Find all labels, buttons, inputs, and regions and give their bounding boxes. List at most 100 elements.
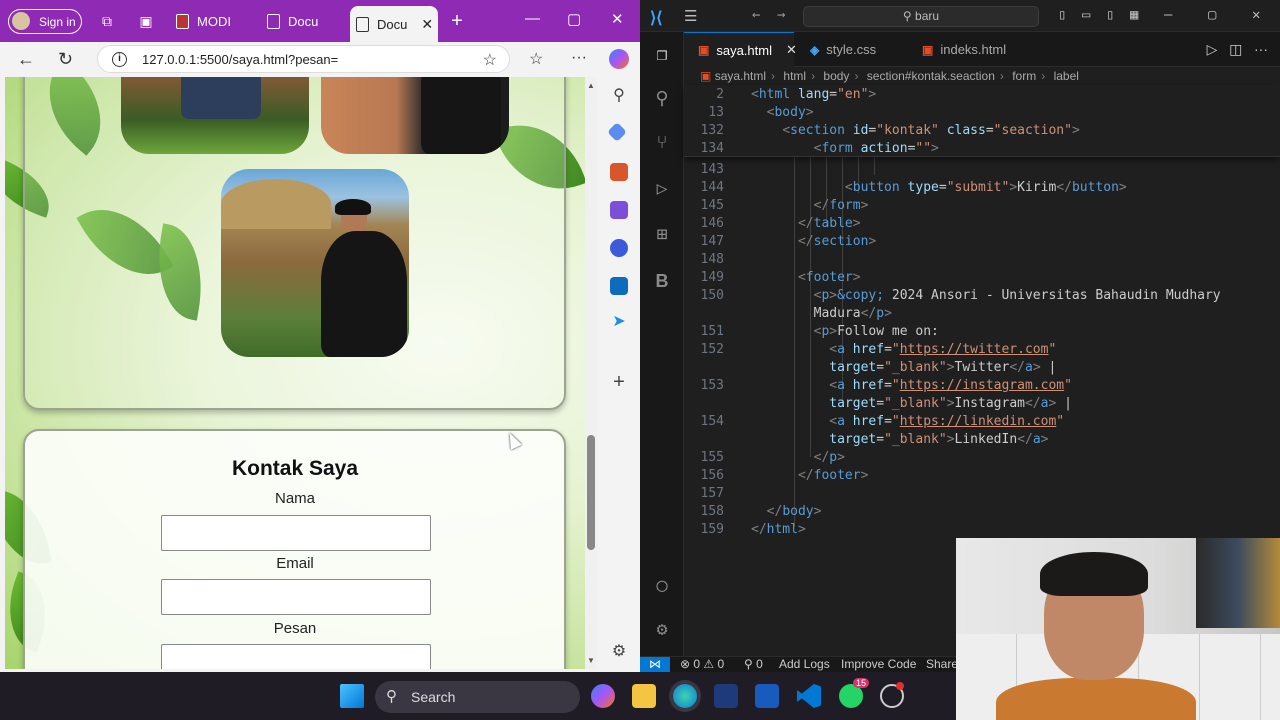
taskbar-search[interactable]: ⚲ Search [375, 681, 580, 713]
page-favicon-icon [176, 14, 189, 29]
recorder-icon[interactable] [880, 682, 904, 708]
code-line: target="_blank">Instagram</a> | [829, 396, 1072, 411]
indent-guide [874, 157, 875, 175]
layout-sidebar-icon[interactable]: ▯ [1058, 7, 1066, 23]
edge-icon[interactable] [673, 684, 697, 708]
code-line: </table> [797, 216, 861, 231]
source-control-icon[interactable]: ⑂ [651, 132, 673, 154]
add-logs-button[interactable]: Add Logs [779, 657, 830, 672]
minimize-icon[interactable]: — [525, 10, 540, 27]
menu-icon[interactable]: ☰ [684, 7, 697, 25]
settings-gear-icon[interactable]: ⚙ [651, 619, 673, 641]
new-tab-icon[interactable]: + [449, 11, 465, 31]
tab-label: Docu [377, 16, 408, 32]
info-icon[interactable]: i [112, 52, 127, 67]
more-actions-icon[interactable]: ··· [1254, 41, 1268, 57]
account-icon[interactable]: ◯ [651, 575, 673, 597]
copilot-sidebar-icon[interactable] [610, 239, 628, 257]
close-window-icon[interactable]: ✕ [611, 10, 624, 28]
whatsapp-icon[interactable]: 15 [839, 678, 870, 708]
breadcrumb-item[interactable]: body [823, 69, 849, 83]
sign-in-button[interactable]: Sign in [8, 9, 82, 34]
improve-code-button[interactable]: Improve Code [841, 657, 916, 672]
page-scrollbar[interactable]: ▲ ▼ [585, 77, 597, 669]
search-icon[interactable]: ⚲ [651, 88, 673, 110]
scrollbar-thumb[interactable] [587, 435, 595, 550]
more-options-icon[interactable]: ··· [571, 49, 587, 67]
favorites-icon[interactable]: ☆ [529, 49, 543, 69]
html-file-icon: ▣ [700, 69, 712, 83]
maximize-icon[interactable]: ▢ [567, 10, 581, 28]
breadcrumb-item[interactable]: html [783, 69, 806, 83]
back-icon[interactable]: ← [17, 49, 35, 70]
word-icon[interactable] [755, 684, 779, 708]
gallery-photo [221, 169, 409, 357]
bootstrap-icon[interactable]: B [651, 270, 673, 292]
maximize-icon[interactable]: ▢ [1208, 7, 1216, 23]
name-input[interactable] [161, 515, 431, 551]
remote-icon[interactable]: ⋈ [640, 657, 670, 673]
ports-indicator[interactable]: ⚲ 0 [744, 657, 763, 672]
outlook-icon[interactable] [610, 277, 628, 295]
tab-style-css[interactable]: ◈ style.css [796, 32, 906, 67]
breadcrumb-item[interactable]: form [1012, 69, 1036, 83]
tab-saya-html[interactable]: ▣ saya.html ✕ [684, 32, 797, 67]
add-icon[interactable]: + [610, 372, 628, 392]
tab-document-1[interactable]: Docu [267, 7, 347, 36]
line-number: 13 [708, 105, 724, 120]
address-bar[interactable]: i 127.0.0.1:5500/saya.html?pesan= ☆ [97, 45, 510, 73]
favorite-star-icon[interactable]: ☆ [483, 50, 497, 70]
line-number: 153 [700, 378, 724, 393]
windows-start-icon[interactable] [340, 684, 364, 708]
tab-actions-icon[interactable]: ▣ [138, 13, 154, 29]
settings-icon[interactable]: ⚙ [610, 643, 628, 661]
customize-layout-icon[interactable]: ▦ [1130, 7, 1138, 23]
problems-indicator[interactable]: ⊗ 0 ⚠ 0 [680, 657, 724, 672]
code-line: </section> [797, 234, 877, 249]
breadcrumb-item[interactable]: section#kontak.seaction [867, 69, 995, 83]
copilot-icon[interactable] [591, 684, 615, 708]
refresh-icon[interactable]: ↻ [58, 49, 73, 70]
search-icon[interactable]: ⚲ [610, 87, 628, 105]
back-icon[interactable]: ← [752, 7, 760, 23]
split-editor-icon[interactable]: ◫ [1229, 41, 1242, 57]
presenter-shirt [996, 678, 1196, 720]
close-window-icon[interactable]: ✕ [1252, 7, 1260, 23]
close-tab-icon[interactable]: ✕ [421, 16, 433, 33]
run-debug-icon[interactable]: ▷ [651, 178, 673, 200]
tools-icon[interactable] [610, 163, 628, 181]
code-line: <p>Follow me on: [813, 324, 939, 339]
breadcrumb-item[interactable]: label [1054, 69, 1079, 83]
games-icon[interactable] [610, 201, 628, 219]
tab-indeks-html[interactable]: ▣ indeks.html [908, 32, 1028, 67]
scroll-down-icon[interactable]: ▼ [587, 656, 595, 665]
tab-modi[interactable]: MODI [176, 7, 262, 36]
breadcrumb-item[interactable]: saya.html [715, 69, 766, 83]
tab-document-2[interactable]: Docu ✕ [350, 6, 438, 42]
extensions-icon[interactable]: ⊞ [651, 224, 673, 246]
layout-panel-icon[interactable]: ▭ [1082, 7, 1090, 23]
forward-icon[interactable]: → [777, 7, 785, 23]
browser-window: Sign in ⧉ ▣ MODI Docu Docu ✕ + — ▢ ✕ ← ↻… [0, 0, 640, 672]
command-search[interactable]: ⚲ baru [803, 6, 1039, 27]
code-line: target="_blank">Twitter</a> | [829, 360, 1057, 375]
hanging-clothes [1196, 538, 1280, 628]
send-icon[interactable]: ➤ [610, 313, 628, 331]
url-text: 127.0.0.1:5500/saya.html?pesan= [142, 51, 339, 67]
vscode-icon[interactable] [797, 684, 821, 708]
explorer-icon[interactable]: ❐ [651, 44, 673, 66]
copilot-icon[interactable] [609, 49, 629, 69]
run-icon[interactable]: ▷ [1207, 41, 1218, 57]
roof-shape [221, 179, 331, 229]
message-input[interactable] [161, 644, 431, 669]
layout-secondary-icon[interactable]: ▯ [1106, 7, 1114, 23]
share-button[interactable]: Share [926, 657, 958, 672]
email-input[interactable] [161, 579, 431, 615]
file-explorer-icon[interactable] [632, 684, 656, 708]
line-number: 159 [700, 522, 724, 537]
workspaces-icon[interactable]: ⧉ [99, 13, 115, 29]
shopping-tag-icon[interactable] [607, 122, 627, 142]
minimize-icon[interactable]: — [1164, 7, 1172, 23]
scroll-up-icon[interactable]: ▲ [587, 81, 595, 90]
devhome-icon[interactable] [714, 684, 738, 708]
